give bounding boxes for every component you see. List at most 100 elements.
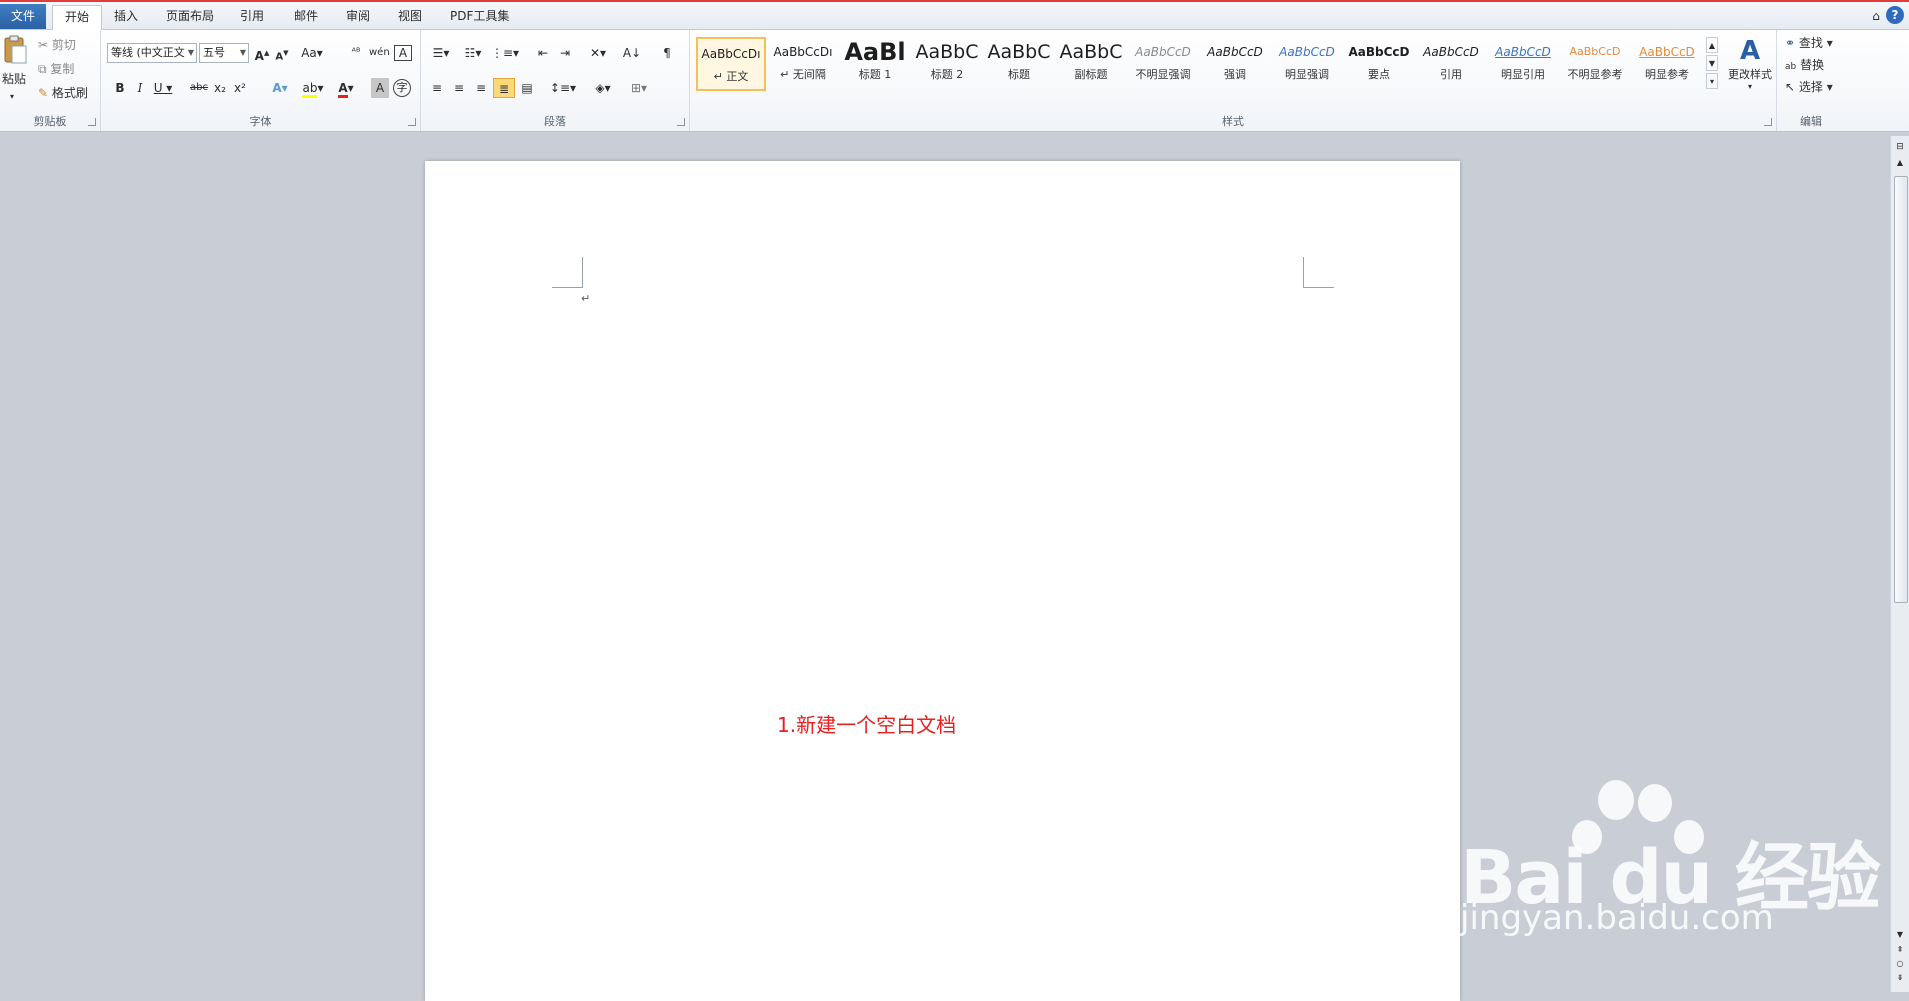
align-right-icon[interactable]: ≡ <box>471 78 491 98</box>
select-browse-object-icon[interactable]: ○ <box>1893 958 1907 970</box>
cut-button[interactable]: ✂ 剪切 <box>38 36 76 54</box>
style-intense-emphasis[interactable]: AaBbCcD 明显强调 <box>1272 37 1342 91</box>
tab-file[interactable]: 文件 <box>0 4 46 29</box>
tab-mailings[interactable]: 邮件 <box>282 5 330 28</box>
paragraph-group: ☰▾ ☷▾ ⋮≡▾ ⇤ ⇥ ✕▾ A↓ ¶ ≡ ≡ ≡ ≣ ▤ ↕≡▾ ◈▾ ⊞… <box>421 30 690 131</box>
gallery-up-icon[interactable]: ▲ <box>1706 37 1718 53</box>
style-quote[interactable]: AaBbCcD 引用 <box>1416 37 1486 91</box>
phonetic-guide-icon[interactable]: wén <box>369 43 390 63</box>
style-subtitle[interactable]: AaBbC 副标题 <box>1056 37 1126 91</box>
subscript-icon[interactable]: x₂ <box>211 78 229 98</box>
copy-button[interactable]: ⧉ 复制 <box>38 60 74 78</box>
show-marks-icon[interactable]: ¶ <box>657 43 677 63</box>
shrink-font-icon[interactable]: A▼ <box>273 43 291 63</box>
select-label: 选择 <box>1798 80 1823 94</box>
align-left-icon[interactable]: ≡ <box>427 78 447 98</box>
chevron-down-icon: ▼ <box>187 48 194 57</box>
decrease-indent-icon[interactable]: ⇤ <box>533 43 553 63</box>
multilevel-list-icon[interactable]: ⋮≡▾ <box>491 43 519 63</box>
increase-indent-icon[interactable]: ⇥ <box>555 43 575 63</box>
clipboard-group-label: 剪贴板 <box>33 115 67 128</box>
replace-button[interactable]: ab 替换 <box>1785 56 1824 76</box>
borders-icon[interactable]: ⊞▾ <box>625 78 653 98</box>
line-spacing-icon[interactable]: ↕≡▾ <box>549 78 577 98</box>
style-emphasis[interactable]: AaBbCcD 强调 <box>1200 37 1270 91</box>
tab-review[interactable]: 审阅 <box>334 5 382 28</box>
paragraph-group-label: 段落 <box>544 115 566 128</box>
change-styles-button[interactable]: A 更改样式 ▾ <box>1724 34 1776 104</box>
change-case-icon[interactable]: Aa▾ <box>299 43 325 63</box>
text-effects-icon[interactable]: A▾ <box>267 78 293 98</box>
enclose-characters-icon[interactable]: 字 <box>393 79 411 97</box>
tab-page-layout[interactable]: 页面布局 <box>154 5 226 28</box>
highlight-color-icon[interactable]: ab▾ <box>299 78 327 98</box>
shading-icon[interactable]: ◈▾ <box>589 78 617 98</box>
clear-formatting-icon[interactable]: ᴬᴮ <box>347 43 365 63</box>
style-strong[interactable]: AaBbCcD 要点 <box>1344 37 1414 91</box>
strikethrough-icon[interactable]: abc <box>189 78 209 98</box>
select-button[interactable]: ↖ 选择 ▾ <box>1785 78 1833 96</box>
paste-dropdown-icon[interactable]: ▾ <box>10 88 14 106</box>
style-sample: AaBbCcD <box>1207 45 1263 59</box>
paragraph-launcher-icon[interactable] <box>677 118 685 126</box>
tab-references[interactable]: 引用 <box>228 5 276 28</box>
style-sample: AaBbC <box>915 41 979 63</box>
styles-launcher-icon[interactable] <box>1764 118 1772 126</box>
scroll-up-icon[interactable]: ▲ <box>1893 156 1907 170</box>
find-label: 查找 <box>1798 36 1823 50</box>
scroll-down-icon[interactable]: ▼ <box>1893 928 1907 942</box>
style-title[interactable]: AaBbC 标题 <box>984 37 1054 91</box>
ruler-toggle-icon[interactable]: ⊟ <box>1893 140 1907 154</box>
format-painter-button[interactable]: ✎ 格式刷 <box>38 84 88 102</box>
style-intense-quote[interactable]: AaBbCcD 明显引用 <box>1488 37 1558 91</box>
style-heading-2[interactable]: AaBbC 标题 2 <box>912 37 982 91</box>
style-intense-reference[interactable]: AaBbCcD 明显参考 <box>1632 37 1702 91</box>
style-subtle-reference[interactable]: AaBbCcD 不明显参考 <box>1560 37 1630 91</box>
character-shading-icon[interactable]: A <box>371 78 389 98</box>
font-size-combo[interactable]: 五号 ▼ <box>199 43 249 63</box>
watermark-url: jingyan.baidu.com <box>1460 898 1774 938</box>
bold-icon[interactable]: B <box>111 78 129 98</box>
tab-insert[interactable]: 插入 <box>102 5 150 28</box>
ribbon: 粘贴 ▾ ✂ 剪切 ⧉ 复制 ✎ 格式刷 剪贴板 等线 (中文正文 ▼ 五号 ▼… <box>0 30 1909 132</box>
gallery-more-icon[interactable]: ▾ <box>1706 73 1718 89</box>
font-color-icon[interactable]: A▾ <box>333 78 359 98</box>
tab-view[interactable]: 视图 <box>386 5 434 28</box>
style-heading-1[interactable]: AaBl 标题 1 <box>840 37 910 91</box>
italic-icon[interactable]: I <box>131 78 149 98</box>
font-name-combo[interactable]: 等线 (中文正文 ▼ <box>107 43 197 63</box>
help-icon[interactable]: ? <box>1886 6 1904 24</box>
sort-icon[interactable]: A↓ <box>621 43 643 63</box>
previous-page-icon[interactable]: ⇞ <box>1893 944 1907 956</box>
next-page-icon[interactable]: ⇟ <box>1893 972 1907 984</box>
numbering-icon[interactable]: ☷▾ <box>459 43 487 63</box>
underline-icon[interactable]: U ▾ <box>151 78 175 98</box>
tab-pdf-tools[interactable]: PDF工具集 <box>438 5 521 28</box>
vertical-scrollbar[interactable]: ⊟ ▲ ▼ ⇞ ○ ⇟ <box>1890 136 1909 992</box>
bullets-icon[interactable]: ☰▾ <box>427 43 455 63</box>
superscript-icon[interactable]: x² <box>231 78 249 98</box>
style-subtle-emphasis[interactable]: AaBbCcD 不明显强调 <box>1128 37 1198 91</box>
justify-icon[interactable]: ≣ <box>493 78 515 98</box>
align-center-icon[interactable]: ≡ <box>449 78 469 98</box>
style-normal[interactable]: AaBbCcDı ↵ 正文 <box>696 37 766 91</box>
font-group-label: 字体 <box>249 115 272 128</box>
chinese-layout-icon[interactable]: ✕▾ <box>585 43 611 63</box>
scrollbar-thumb[interactable] <box>1894 176 1908 603</box>
document-page[interactable]: ↵ 1.新建一个空白文档 <box>425 161 1460 1001</box>
font-launcher-icon[interactable] <box>408 118 416 126</box>
binoculars-icon: ⚭ <box>1785 36 1796 50</box>
gallery-down-icon[interactable]: ▼ <box>1706 55 1718 71</box>
distributed-icon[interactable]: ▤ <box>517 78 537 98</box>
style-no-spacing[interactable]: AaBbCcDı ↵ 无间隔 <box>768 37 838 91</box>
style-sample: AaBbCcD <box>1348 45 1410 59</box>
grow-font-icon[interactable]: A▲ <box>253 43 271 63</box>
minimize-ribbon-icon[interactable]: ⌂ <box>1868 6 1884 26</box>
paste-button[interactable] <box>2 34 28 68</box>
editing-group-label: 编辑 <box>1800 115 1822 128</box>
document-text[interactable]: 1.新建一个空白文档 <box>777 709 956 738</box>
find-button[interactable]: ⚭ 查找 ▾ <box>1785 34 1833 52</box>
clipboard-launcher-icon[interactable] <box>88 118 96 126</box>
tab-home[interactable]: 开始 <box>52 5 103 30</box>
character-border-icon[interactable]: A <box>394 45 412 61</box>
